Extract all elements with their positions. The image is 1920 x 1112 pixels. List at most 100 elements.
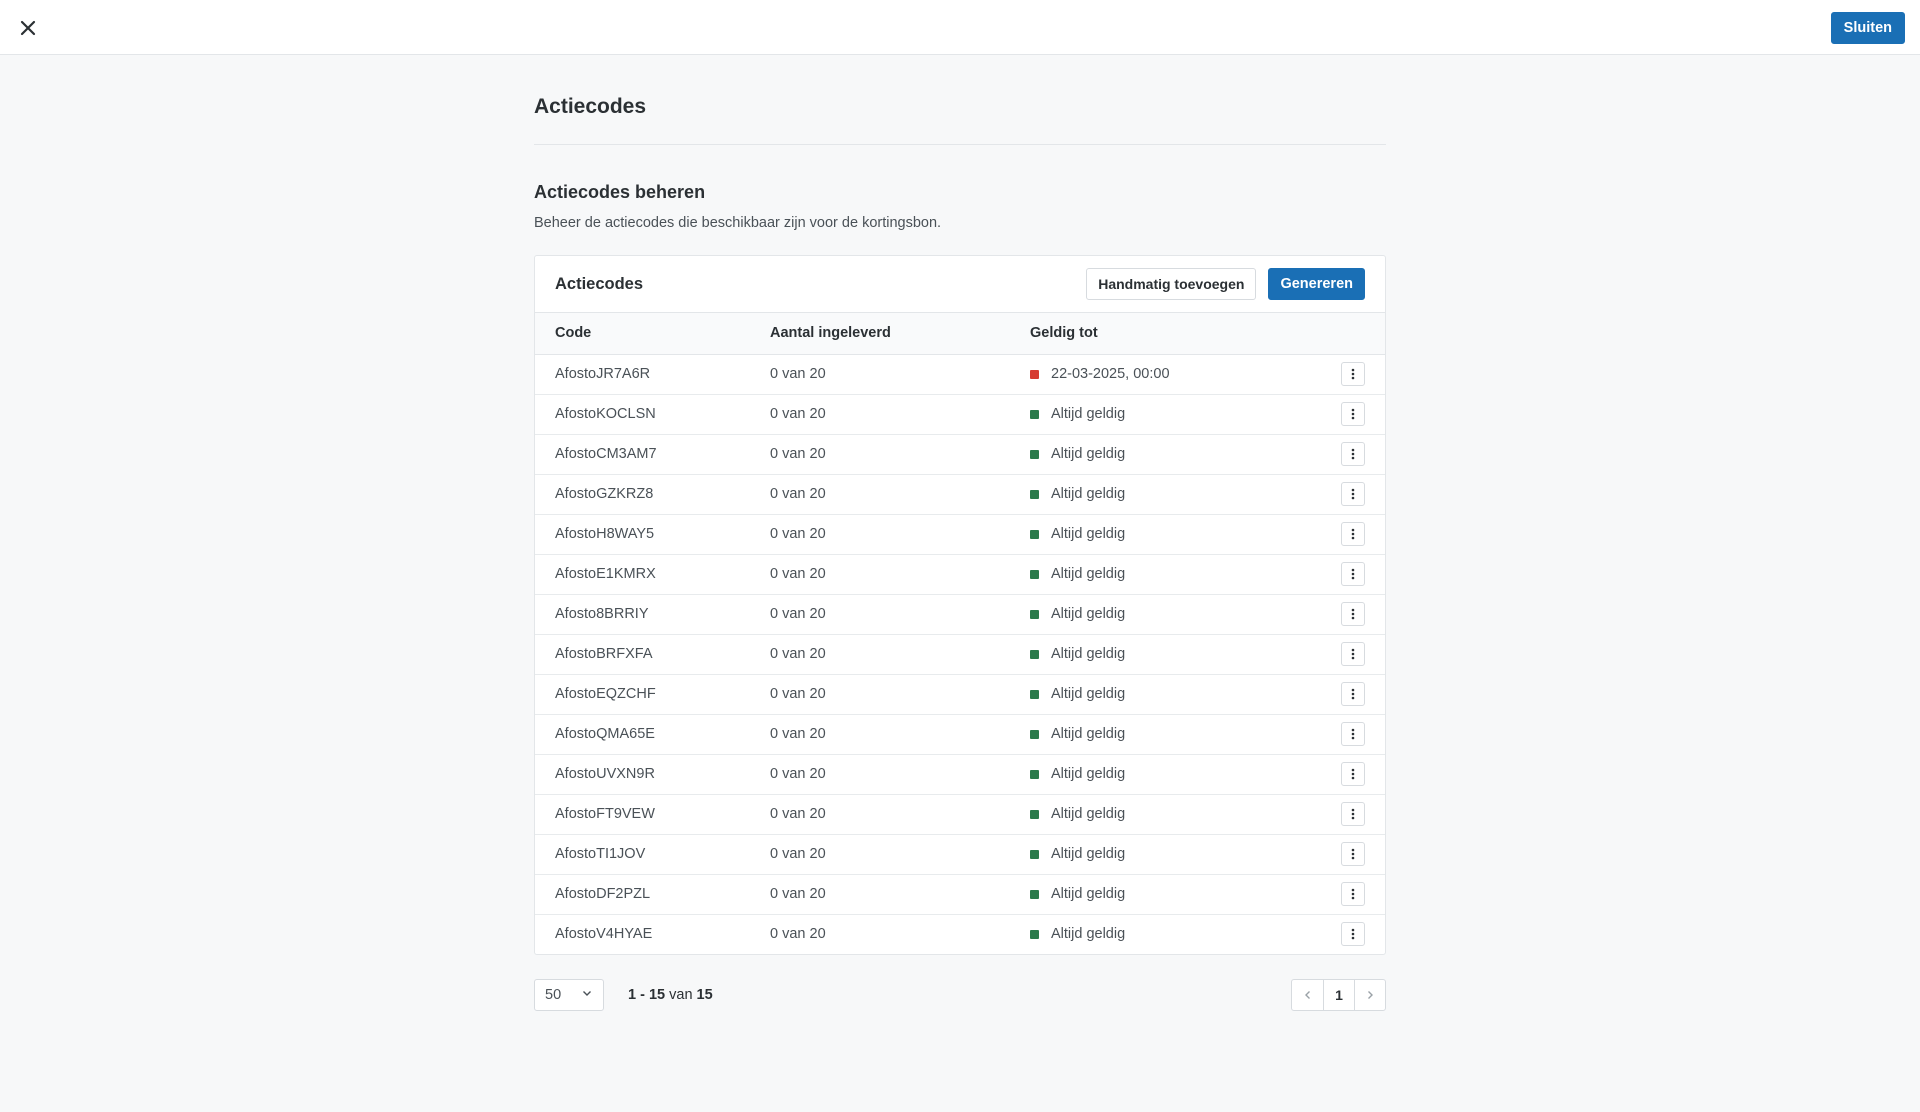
actions-cell	[1325, 753, 1385, 794]
status-indicator	[1030, 409, 1039, 419]
chevron-right-icon[interactable]	[1354, 980, 1385, 1010]
status-indicator	[1030, 689, 1039, 699]
close-icon[interactable]	[16, 16, 40, 40]
table-row: AfostoKOCLSN 0 van 20 Altijd geldig	[535, 393, 1385, 434]
page-1-button[interactable]: 1	[1323, 980, 1354, 1010]
table-row: AfostoCM3AM7 0 van 20 Altijd geldig	[535, 433, 1385, 474]
code-cell: AfostoQMA65E	[535, 713, 770, 754]
code-cell: AfostoCM3AM7	[535, 433, 770, 474]
vertical-dots-icon[interactable]	[1341, 762, 1365, 786]
valid-until-cell: Altijd geldig	[1030, 753, 1325, 794]
actions-cell	[1325, 833, 1385, 874]
actions-cell	[1325, 793, 1385, 834]
vertical-dots-icon[interactable]	[1341, 442, 1365, 466]
main-content: Actiecodes Actiecodes beheren Beheer de …	[534, 55, 1386, 1011]
code-cell: AfostoE1KMRX	[535, 553, 770, 594]
count-cell: 0 van 20	[770, 673, 1030, 714]
status-indicator	[1030, 569, 1039, 579]
valid-until-cell: Altijd geldig	[1030, 433, 1325, 474]
valid-until-text: Altijd geldig	[1051, 806, 1126, 822]
actions-cell	[1325, 354, 1385, 394]
actions-cell	[1325, 433, 1385, 474]
status-indicator	[1030, 769, 1039, 779]
manual-add-button[interactable]: Handmatig toevoegen	[1086, 268, 1257, 300]
vertical-dots-icon[interactable]	[1341, 402, 1365, 426]
table-row: AfostoJR7A6R 0 van 20 22-03-2025, 00:00	[535, 354, 1385, 394]
status-indicator	[1030, 729, 1039, 739]
status: Altijd geldig	[1030, 406, 1325, 422]
table-row: AfostoDF2PZL 0 van 20 Altijd geldig	[535, 873, 1385, 914]
status: Altijd geldig	[1030, 846, 1325, 862]
status-indicator	[1030, 529, 1039, 539]
valid-until-text: Altijd geldig	[1051, 726, 1126, 742]
header-code: Code	[535, 313, 770, 355]
table-row: AfostoEQZCHF 0 van 20 Altijd geldig	[535, 673, 1385, 714]
valid-until-cell: Altijd geldig	[1030, 553, 1325, 594]
vertical-dots-icon[interactable]	[1341, 522, 1365, 546]
valid-until-text: Altijd geldig	[1051, 686, 1126, 702]
vertical-dots-icon[interactable]	[1341, 482, 1365, 506]
status-indicator	[1030, 609, 1039, 619]
generate-button[interactable]: Genereren	[1268, 268, 1365, 300]
valid-until-cell: Altijd geldig	[1030, 593, 1325, 634]
valid-until-text: Altijd geldig	[1051, 606, 1126, 622]
range-of: van	[665, 987, 697, 1003]
vertical-dots-icon[interactable]	[1341, 722, 1365, 746]
table-footer: 50 1 - 15 van 15 1	[534, 979, 1386, 1011]
valid-until-cell: Altijd geldig	[1030, 633, 1325, 674]
code-cell: AfostoFT9VEW	[535, 793, 770, 834]
vertical-dots-icon[interactable]	[1341, 882, 1365, 906]
vertical-dots-icon[interactable]	[1341, 842, 1365, 866]
status: Altijd geldig	[1030, 766, 1325, 782]
status-indicator	[1030, 369, 1039, 379]
range-start: 1	[628, 987, 637, 1003]
chevron-left-icon[interactable]	[1292, 980, 1323, 1010]
status-indicator	[1030, 449, 1039, 459]
code-cell: AfostoUVXN9R	[535, 753, 770, 794]
valid-until-text: Altijd geldig	[1051, 846, 1126, 862]
valid-until-text: Altijd geldig	[1051, 766, 1126, 782]
header-actions	[1325, 313, 1385, 355]
status: Altijd geldig	[1030, 686, 1325, 702]
valid-until-cell: Altijd geldig	[1030, 793, 1325, 834]
vertical-dots-icon[interactable]	[1341, 802, 1365, 826]
close-button[interactable]: Sluiten	[1830, 12, 1905, 44]
code-cell: AfostoV4HYAE	[535, 913, 770, 954]
code-cell: Afosto8BRRIY	[535, 593, 770, 634]
code-cell: AfostoDF2PZL	[535, 873, 770, 914]
table-row: AfostoUVXN9R 0 van 20 Altijd geldig	[535, 753, 1385, 794]
vertical-dots-icon[interactable]	[1341, 602, 1365, 626]
valid-until-text: 22-03-2025, 00:00	[1051, 366, 1170, 382]
vertical-dots-icon[interactable]	[1341, 642, 1365, 666]
count-cell: 0 van 20	[770, 433, 1030, 474]
code-cell: AfostoEQZCHF	[535, 673, 770, 714]
table-row: Afosto8BRRIY 0 van 20 Altijd geldig	[535, 593, 1385, 634]
status: Altijd geldig	[1030, 646, 1325, 662]
pager: 1	[1291, 979, 1386, 1011]
table-row: AfostoE1KMRX 0 van 20 Altijd geldig	[535, 553, 1385, 594]
status-indicator	[1030, 489, 1039, 499]
status: Altijd geldig	[1030, 606, 1325, 622]
table-row: AfostoV4HYAE 0 van 20 Altijd geldig	[535, 913, 1385, 954]
status: Altijd geldig	[1030, 886, 1325, 902]
vertical-dots-icon[interactable]	[1341, 922, 1365, 947]
actions-cell	[1325, 593, 1385, 634]
actions-cell	[1325, 473, 1385, 514]
page-title: Actiecodes	[534, 95, 647, 118]
vertical-dots-icon[interactable]	[1341, 362, 1365, 386]
valid-until-text: Altijd geldig	[1051, 406, 1126, 422]
range-total: 15	[696, 987, 713, 1003]
section-description: Beheer de actiecodes die beschikbaar zij…	[534, 215, 942, 231]
status: Altijd geldig	[1030, 726, 1325, 742]
vertical-dots-icon[interactable]	[1341, 562, 1365, 586]
valid-until-text: Altijd geldig	[1051, 646, 1126, 662]
vertical-dots-icon[interactable]	[1341, 682, 1365, 706]
code-cell: AfostoH8WAY5	[535, 513, 770, 554]
table-row: AfostoBRFXFA 0 van 20 Altijd geldig	[535, 633, 1385, 674]
valid-until-cell: Altijd geldig	[1030, 513, 1325, 554]
table-header-row: Code Aantal ingeleverd Geldig tot	[535, 313, 1385, 355]
actions-cell	[1325, 633, 1385, 674]
status-indicator	[1030, 809, 1039, 819]
per-page-select[interactable]: 50	[534, 979, 604, 1011]
actions-cell	[1325, 553, 1385, 594]
